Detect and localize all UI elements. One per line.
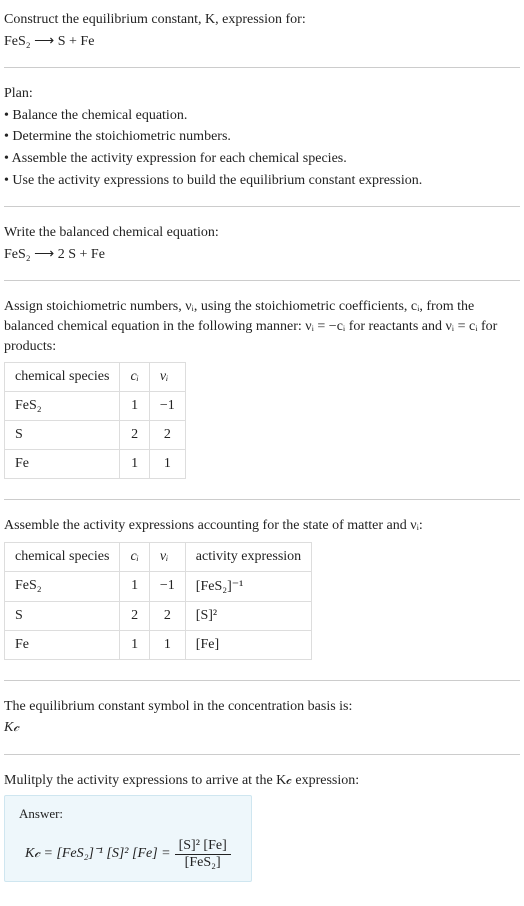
symbol-value: K𝒸 <box>4 718 520 738</box>
answer-lhs: K𝒸 = [FeS₂]⁻¹ [S]² [Fe] = <box>25 846 171 862</box>
fraction-denominator: [FeS₂] <box>175 855 231 871</box>
question-text: Construct the equilibrium constant, K, e… <box>4 12 306 27</box>
answer-fraction: [S]² [Fe] [FeS₂] <box>175 838 231 871</box>
cell-vi: −1 <box>149 571 185 601</box>
table-header-row: chemical species cᵢ νᵢ activity expressi… <box>5 542 312 571</box>
cell-expr: [S]² <box>185 601 311 630</box>
cell-species: Fe <box>5 630 120 659</box>
question-header: Construct the equilibrium constant, K, e… <box>4 4 520 57</box>
col-species: chemical species <box>5 363 120 392</box>
cell-species: S <box>5 421 120 450</box>
plan-bullet: • Determine the stoichiometric numbers. <box>4 127 520 147</box>
plan-title: Plan: <box>4 84 520 104</box>
col-ci: cᵢ <box>120 542 149 571</box>
divider <box>4 754 520 755</box>
final-section: Mulitply the activity expressions to arr… <box>4 765 520 886</box>
activity-intro: Assemble the activity expressions accoun… <box>4 516 520 536</box>
cell-species: FeS₂ <box>5 392 120 421</box>
cell-ci: 1 <box>120 392 149 421</box>
cell-expr: [Fe] <box>185 630 311 659</box>
fraction-numerator: [S]² [Fe] <box>175 838 231 855</box>
activity-table: chemical species cᵢ νᵢ activity expressi… <box>4 542 312 660</box>
plan-bullet: • Balance the chemical equation. <box>4 106 520 126</box>
balanced-section: Write the balanced chemical equation: Fe… <box>4 217 520 270</box>
col-vi: νᵢ <box>149 363 185 392</box>
cell-vi: 2 <box>149 421 185 450</box>
plan-bullet: • Use the activity expressions to build … <box>4 171 520 191</box>
cell-ci: 1 <box>120 630 149 659</box>
table-row: FeS₂ 1 −1 <box>5 392 186 421</box>
balanced-equation: FeS₂ ⟶ 2 S + Fe <box>4 245 520 265</box>
activity-section: Assemble the activity expressions accoun… <box>4 510 520 670</box>
col-ci: cᵢ <box>120 363 149 392</box>
table-row: FeS₂ 1 −1 [FeS₂]⁻¹ <box>5 571 312 601</box>
cell-vi: 2 <box>149 601 185 630</box>
divider <box>4 206 520 207</box>
cell-vi: 1 <box>149 630 185 659</box>
unbalanced-equation: FeS₂ ⟶ S + Fe <box>4 32 520 52</box>
cell-ci: 2 <box>120 601 149 630</box>
cell-ci: 1 <box>120 571 149 601</box>
divider <box>4 680 520 681</box>
table-row: Fe 1 1 <box>5 450 186 479</box>
cell-expr: [FeS₂]⁻¹ <box>185 571 311 601</box>
answer-equation: K𝒸 = [FeS₂]⁻¹ [S]² [Fe] = [S]² [Fe] [FeS… <box>19 832 237 871</box>
cell-species: S <box>5 601 120 630</box>
cell-species: FeS₂ <box>5 571 120 601</box>
balanced-intro: Write the balanced chemical equation: <box>4 223 520 243</box>
table-row: S 2 2 <box>5 421 186 450</box>
answer-box: Answer: K𝒸 = [FeS₂]⁻¹ [S]² [Fe] = [S]² [… <box>4 795 252 882</box>
col-species: chemical species <box>5 542 120 571</box>
symbol-section: The equilibrium constant symbol in the c… <box>4 691 520 744</box>
plan-section: Plan: • Balance the chemical equation. •… <box>4 78 520 196</box>
divider <box>4 499 520 500</box>
divider <box>4 280 520 281</box>
col-vi: νᵢ <box>149 542 185 571</box>
final-intro: Mulitply the activity expressions to arr… <box>4 771 520 791</box>
question-line1: Construct the equilibrium constant, K, e… <box>4 10 520 30</box>
table-row: Fe 1 1 [Fe] <box>5 630 312 659</box>
col-expr: activity expression <box>185 542 311 571</box>
stoich-intro: Assign stoichiometric numbers, νᵢ, using… <box>4 297 520 356</box>
cell-vi: −1 <box>149 392 185 421</box>
plan-bullet: • Assemble the activity expression for e… <box>4 149 520 169</box>
cell-ci: 2 <box>120 421 149 450</box>
cell-ci: 1 <box>120 450 149 479</box>
table-row: S 2 2 [S]² <box>5 601 312 630</box>
symbol-intro: The equilibrium constant symbol in the c… <box>4 697 520 717</box>
stoich-section: Assign stoichiometric numbers, νᵢ, using… <box>4 291 520 489</box>
stoich-table: chemical species cᵢ νᵢ FeS₂ 1 −1 S 2 2 F… <box>4 362 186 479</box>
cell-species: Fe <box>5 450 120 479</box>
divider <box>4 67 520 68</box>
answer-label: Answer: <box>19 806 237 822</box>
table-header-row: chemical species cᵢ νᵢ <box>5 363 186 392</box>
cell-vi: 1 <box>149 450 185 479</box>
